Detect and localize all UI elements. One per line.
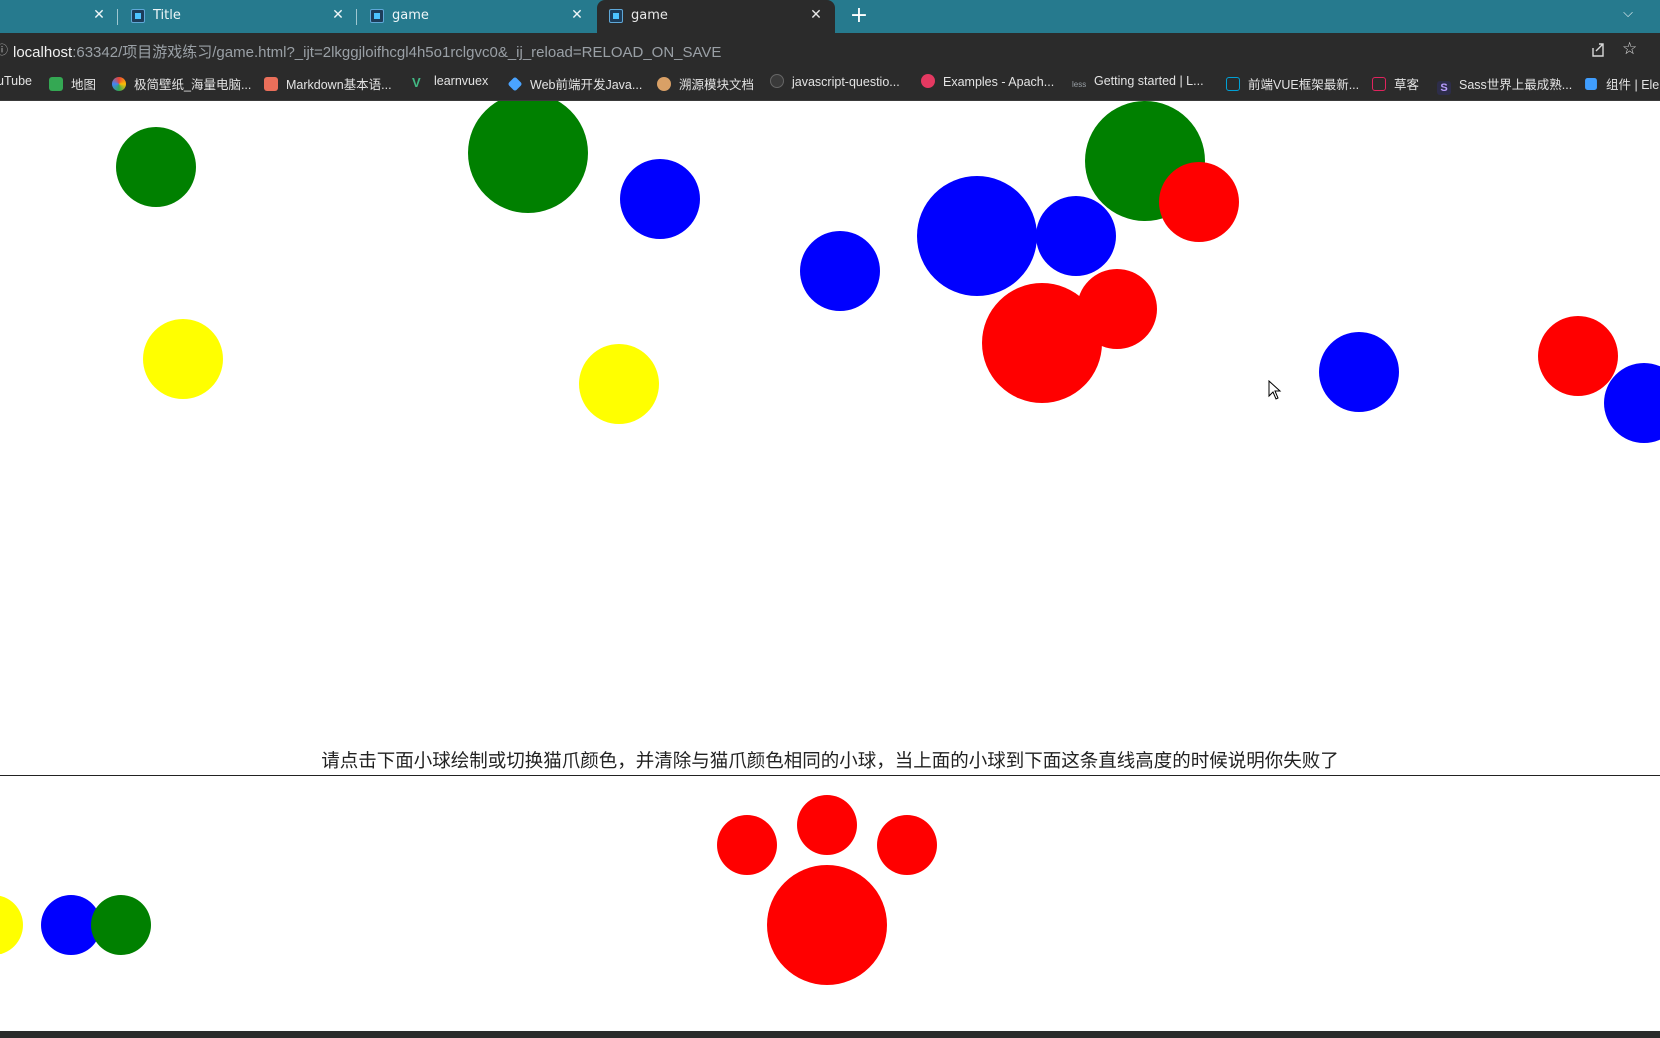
falling-ball xyxy=(1159,162,1239,242)
bookmark-label: Examples - Apach... xyxy=(943,75,1055,89)
tab-game-active[interactable]: game ✕ xyxy=(597,0,835,33)
url-path: :63342/项目游戏练习/game.html?_ijt=2lkggjloifh… xyxy=(72,44,722,61)
bookmark-item[interactable]: Markdown基本语... xyxy=(264,74,392,92)
jianshu-icon xyxy=(264,77,278,91)
falling-ball xyxy=(468,101,588,213)
bookmark-label: 草客 xyxy=(1394,78,1420,92)
falling-ball xyxy=(143,319,223,399)
game-area: 请点击下面小球绘制或切换猫爪颜色，并清除与猫爪颜色相同的小球，当上面的小球到下面… xyxy=(0,101,1660,1031)
bilibili-icon xyxy=(1226,77,1240,91)
wallpaper-icon xyxy=(112,77,126,91)
bookmark-label: 地图 xyxy=(71,78,97,92)
echarts-icon xyxy=(921,74,935,88)
paw-toe-left xyxy=(717,815,777,875)
address-bar: ⓘ localhost:63342/项目游戏练习/game.html?_ijt=… xyxy=(0,33,1660,67)
close-tab-icon[interactable]: ✕ xyxy=(807,6,825,24)
paw-pad xyxy=(767,865,887,985)
falling-ball xyxy=(800,231,880,311)
element-icon xyxy=(1585,78,1597,90)
bookmark-label: Web前端开发Java... xyxy=(530,78,643,92)
webstorm-favicon-icon xyxy=(609,9,623,23)
tab-label: game xyxy=(392,8,429,23)
bookmark-item[interactable]: 草客 xyxy=(1372,74,1419,92)
tab-label: game xyxy=(631,8,668,23)
maps-icon xyxy=(49,77,63,91)
falling-ball xyxy=(1319,332,1399,412)
webstorm-favicon-icon xyxy=(131,9,145,23)
webstorm-favicon-icon xyxy=(370,9,384,23)
url-field[interactable]: localhost:63342/项目游戏练习/game.html?_ijt=2l… xyxy=(13,41,721,62)
bookmark-item[interactable]: javascript-questio... xyxy=(770,74,900,92)
bookmark-label: Sass世界上最成熟... xyxy=(1459,78,1573,92)
window-bottom-edge xyxy=(0,1031,1660,1038)
falling-ball xyxy=(620,159,700,239)
tab-title[interactable]: Title ✕ xyxy=(119,0,357,33)
palette-ball-green[interactable] xyxy=(91,895,151,955)
bookmark-label: Markdown基本语... xyxy=(286,78,392,92)
bookmark-item[interactable]: 组件 | Ele xyxy=(1584,74,1659,92)
bookmark-item[interactable]: Examples - Apach... xyxy=(921,74,1054,92)
bookmarks-bar: uTube 地图 极简壁纸_海量电脑... Markdown基本语... Vle… xyxy=(0,67,1660,101)
fail-line xyxy=(0,775,1660,776)
bookmark-label: javascript-questio... xyxy=(792,75,900,89)
close-tab-icon[interactable]: ✕ xyxy=(90,6,108,24)
bookmark-label: 前端VUE框架最新... xyxy=(1248,78,1360,92)
falling-ball xyxy=(1036,196,1116,276)
url-host: localhost xyxy=(13,44,73,61)
mouse-cursor-icon xyxy=(1268,380,1282,400)
instruction-text: 请点击下面小球绘制或切换猫爪颜色，并清除与猫爪颜色相同的小球，当上面的小球到下面… xyxy=(321,751,1339,772)
paw-toe-right xyxy=(877,815,937,875)
tab-separator xyxy=(356,9,357,25)
falling-ball xyxy=(116,127,196,207)
bookmark-star-icon[interactable]: ☆ xyxy=(1622,40,1640,58)
bookmark-item[interactable]: S Sass世界上最成熟... xyxy=(1437,74,1573,95)
tab-strip: ✕ Title ✕ game ✕ game ✕ + ⌵ xyxy=(0,0,1660,33)
site-info-icon[interactable]: ⓘ xyxy=(0,41,8,57)
falling-ball xyxy=(982,283,1102,403)
tab-game[interactable]: game ✕ xyxy=(358,0,596,33)
bookmark-label: uTube xyxy=(0,74,32,88)
bookmark-item[interactable]: Web前端开发Java... xyxy=(507,74,643,92)
bookmark-item[interactable]: 地图 xyxy=(49,74,96,92)
less-icon: less xyxy=(1072,80,1087,89)
vue-icon: V xyxy=(412,75,421,90)
diamond-icon xyxy=(507,76,523,92)
mail-icon xyxy=(1372,77,1386,91)
bookmark-label: Getting started | L... xyxy=(1094,74,1204,88)
falling-ball xyxy=(1538,316,1618,396)
bookmark-item[interactable]: 前端VUE框架最新... xyxy=(1226,74,1359,92)
tab-search-chevron-icon[interactable]: ⌵ xyxy=(1618,2,1638,26)
close-tab-icon[interactable]: ✕ xyxy=(329,6,347,24)
palette-ball-yellow[interactable] xyxy=(0,895,23,955)
falling-ball xyxy=(917,176,1037,296)
tab-label: Title xyxy=(153,8,181,23)
bookmark-label: 溯源模块文档 xyxy=(679,78,755,92)
bookmark-item[interactable]: 极简壁纸_海量电脑... xyxy=(112,74,251,92)
close-tab-icon[interactable]: ✕ xyxy=(568,6,586,24)
new-tab-button[interactable]: + xyxy=(846,3,872,29)
tab-separator xyxy=(117,9,118,25)
tab-partial[interactable]: ✕ xyxy=(0,0,118,33)
sass-icon: S xyxy=(1437,81,1451,95)
bookmark-label: 组件 | Ele xyxy=(1606,78,1660,92)
bookmark-item[interactable]: 溯源模块文档 xyxy=(657,74,754,92)
bookmark-item[interactable]: Vlearnvuex xyxy=(412,74,488,92)
falling-ball xyxy=(579,344,659,424)
bookmark-label: learnvuex xyxy=(434,74,489,88)
paw-toe-middle xyxy=(797,795,857,855)
bookmark-item[interactable]: less Getting started | L... xyxy=(1072,74,1204,92)
doc-icon xyxy=(657,77,671,91)
share-icon[interactable] xyxy=(1590,42,1606,58)
bookmark-item[interactable]: uTube xyxy=(0,74,32,92)
github-icon xyxy=(770,74,784,88)
bookmark-label: 极简壁纸_海量电脑... xyxy=(134,78,252,92)
